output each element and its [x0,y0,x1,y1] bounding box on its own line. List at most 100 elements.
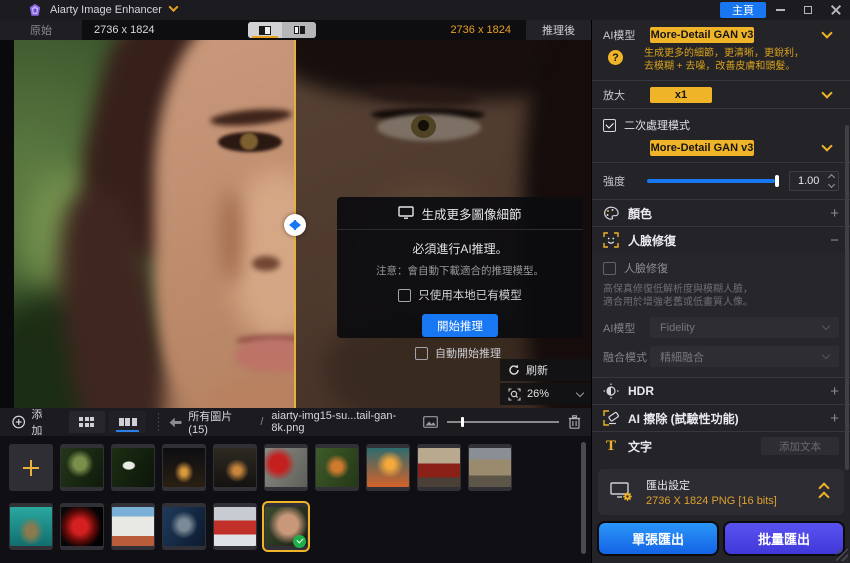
thumbnail-dog-graffiti[interactable] [162,503,206,550]
add-images-button[interactable]: 添加 [0,408,65,437]
tab-original[interactable]: 原始 [0,20,82,40]
original-size: 2736 x 1824 [94,24,155,36]
section-hdr[interactable]: HDR + [592,377,850,404]
compare-view-toggle [248,22,316,38]
export-collapse-icon[interactable] [818,481,830,503]
back-arrow-icon[interactable] [169,417,182,428]
strength-stepper[interactable] [827,173,836,189]
thumbnail-white-building[interactable] [111,503,155,550]
zoom-value: 26% [527,388,550,400]
title-bar: Aiarty Image Enhancer 主頁 [0,0,850,20]
strength-value-box[interactable]: 1.00 [789,171,839,191]
face-model-label: AI模型 [603,322,636,335]
face-section-label: 人臉修復 [628,233,677,248]
blend-mode-dropdown[interactable]: 精細融合 [650,346,839,367]
secondary-mode-label[interactable]: 二次處理模式 [624,117,690,133]
section-ai-erase[interactable]: AI 擦除 (試驗性功能) + [592,404,850,431]
export-settings-icon [610,482,632,501]
tab-enhanced[interactable]: 推理後 [526,20,591,40]
magnifier-icon [508,387,521,401]
side-by-side-view-button[interactable] [282,22,316,38]
split-view-icon [259,25,271,35]
start-inference-button[interactable]: 開始推理 [422,314,498,337]
selected-check-icon [293,535,306,548]
section-face-restore[interactable]: 人臉修復 − [592,226,850,253]
split-view-button[interactable] [248,22,282,38]
delete-icon[interactable] [568,415,581,429]
secondary-model-pill[interactable]: More-Detail GAN v3 [650,139,754,156]
dialog-note: 注意：會自動下載適合的推理模型。 [376,265,544,277]
thumbnail-red-betta[interactable] [60,503,104,550]
scale-pill[interactable]: x1 [650,86,712,103]
face-model-dropdown[interactable]: Fidelity [650,317,839,338]
thumbnail-person-camera[interactable] [315,444,359,491]
thumbnail-forest-plant[interactable] [60,444,104,491]
thumbnail-red-train[interactable] [213,503,257,550]
text-tool-icon: T [605,437,616,454]
close-button[interactable] [822,0,850,20]
filmstrip-toolbar: 添加 所有圖片 (15) / aiarty-img15-su...tail-ga… [0,408,591,437]
palette-icon [604,206,619,220]
thumbnail-red-car[interactable] [417,444,461,491]
resize-grip[interactable] [836,549,848,561]
thumbnail-village-street[interactable] [468,444,512,491]
face-restore-checkbox[interactable] [603,261,616,275]
erase-section-label: AI 擦除 (試驗性功能) [628,411,739,426]
auto-start-checkbox[interactable] [415,346,428,360]
home-button[interactable]: 主頁 [720,2,766,18]
image-preview: 生成更多圖像細節 必須進行AI推理。 注意：會自動下載適合的推理模型。 只使用本… [0,40,591,408]
auto-start-label[interactable]: 自動開始推理 [435,345,501,361]
refresh-button[interactable]: 刷新 [500,359,591,381]
scale-chevron-icon[interactable] [821,86,833,99]
add-text-button[interactable]: 添加文本 [761,437,839,455]
export-single-button[interactable]: 單張匯出 [597,521,719,556]
thumbnail-underwater-turtle[interactable] [9,503,53,550]
section-text[interactable]: T 文字 添加文本 [592,431,850,460]
filmstrip-scrollbar[interactable] [581,442,586,554]
maximize-button[interactable] [794,0,822,20]
text-section-label: 文字 [628,439,653,454]
app-menu-chevron-icon[interactable] [168,2,179,13]
secondary-model-chevron-icon[interactable] [821,139,833,152]
face-restore-checkbox-label[interactable]: 人臉修復 [624,260,668,276]
app-window: Aiarty Image Enhancer 主頁 原始 2736 x 1824 … [0,0,850,563]
help-icon[interactable]: ? [608,50,623,65]
local-model-label[interactable]: 只使用本地已有模型 [418,287,522,303]
secondary-mode-checkbox[interactable] [603,118,616,132]
thumbnail-size-slider[interactable] [447,416,560,428]
add-image-tile[interactable] [9,444,53,491]
thumbnail-woman-portrait[interactable] [262,501,310,552]
enhanced-size: 2736 x 1824 [450,24,511,36]
minimize-button[interactable] [766,0,794,20]
thumbnail-white-egret[interactable] [111,444,155,491]
add-circle-icon [12,415,26,429]
toolbar-separator [157,413,159,431]
export-settings-card[interactable]: 匯出設定 2736 X 1824 PNG [16 bits] [598,469,844,515]
app-logo-icon [29,3,41,16]
thumbnail-sunset-lake[interactable] [366,444,410,491]
thumbnail-lake-house[interactable] [213,444,257,491]
filmstrip-view-icon [118,418,137,426]
hdr-icon [603,383,619,399]
thumbnail-red-flower[interactable] [264,444,308,491]
breadcrumb: 所有圖片 (15) / aiarty-img15-su...tail-gan-8… [169,408,423,436]
ai-model-label: AI模型 [603,30,636,42]
export-batch-button[interactable]: 批量匯出 [723,521,845,556]
erase-expand-icon[interactable]: + [830,411,839,426]
zoom-control[interactable]: 26% [500,383,591,405]
ai-model-pill[interactable]: More-Detail GAN v3 [650,27,754,43]
thumbnail-city-night[interactable] [162,444,206,491]
face-collapse-icon[interactable]: − [830,233,839,248]
filmstrip-view-button[interactable] [109,411,146,433]
strength-slider[interactable] [647,174,781,188]
breadcrumb-folder[interactable]: 所有圖片 (15) [188,408,252,436]
compare-divider-handle[interactable] [284,214,306,236]
section-color[interactable]: 顏色 + [592,199,850,226]
color-expand-icon[interactable]: + [830,206,839,221]
ai-model-chevron-icon[interactable] [821,27,833,39]
grid-view-button[interactable] [68,411,106,433]
hdr-expand-icon[interactable]: + [830,384,839,399]
local-model-checkbox[interactable] [398,288,412,302]
panel-scrollbar[interactable] [845,125,849,470]
viewer-top-bar: 原始 2736 x 1824 2736 x 1824 推理後 [0,20,591,40]
